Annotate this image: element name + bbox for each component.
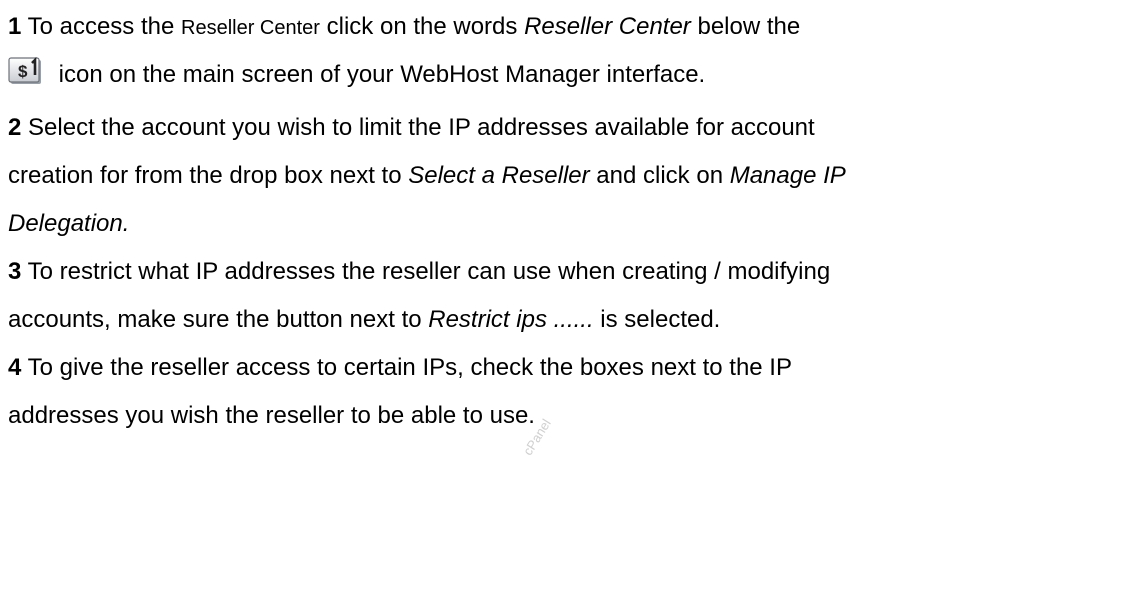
reseller-center-icon: $ bbox=[8, 56, 46, 86]
step-4-line-1-text: To give the reseller access to certain I… bbox=[27, 354, 792, 381]
step-3-line-1: 3 To restrict what IP addresses the rese… bbox=[8, 258, 830, 286]
step-4-number: 4 bbox=[8, 354, 22, 381]
dollar-glyph: $ bbox=[18, 62, 28, 81]
step-4-line-2: addresses you wish the reseller to be ab… bbox=[8, 402, 535, 430]
step-2-line-1: 2 Select the account you wish to limit t… bbox=[8, 114, 815, 142]
step-3-number: 3 bbox=[8, 258, 22, 285]
step-1-reseller-center-term: Reseller Center bbox=[524, 13, 691, 40]
step-1-text-b: Reseller Center bbox=[181, 17, 320, 39]
step-2-text-c: and click on bbox=[589, 162, 730, 189]
step-3-restrict-ips-term: Restrict ips ...... bbox=[428, 306, 594, 333]
step-1-line-2: $ icon on the main screen of your WebHos… bbox=[8, 56, 705, 89]
step-2-number: 2 bbox=[8, 114, 22, 141]
step-1-line-1: 1 To access the Reseller Center click on… bbox=[8, 13, 800, 42]
step-1-line-2-text: icon on the main screen of your WebHost … bbox=[52, 61, 706, 88]
step-1-text-c: click on the words bbox=[319, 13, 525, 40]
step-1-text-a: To access the bbox=[27, 13, 182, 40]
step-2-text-a: creation for from the drop box next to bbox=[8, 162, 409, 189]
step-3-text-c: is selected. bbox=[593, 306, 721, 333]
step-3-line-2: accounts, make sure the button next to R… bbox=[8, 306, 720, 334]
step-4-line-2-text: addresses you wish the reseller to be ab… bbox=[8, 402, 535, 429]
step-3-text-a: accounts, make sure the button next to bbox=[8, 306, 429, 333]
step-2-select-reseller-term: Select a Reseller bbox=[408, 162, 590, 189]
step-2-line-2: creation for from the drop box next to S… bbox=[8, 162, 846, 190]
step-3-line-1-text: To restrict what IP addresses the resell… bbox=[27, 258, 831, 285]
step-2-delegation-term: Delegation. bbox=[8, 210, 130, 237]
step-2-manage-ip-term: Manage IP bbox=[729, 162, 846, 189]
step-1-text-e: below the bbox=[690, 13, 801, 40]
step-1-number: 1 bbox=[8, 13, 22, 40]
step-2-line-3: Delegation. bbox=[8, 210, 129, 238]
step-4-line-1: 4 To give the reseller access to certain… bbox=[8, 354, 792, 382]
step-2-line-1-text: Select the account you wish to limit the… bbox=[28, 114, 815, 141]
